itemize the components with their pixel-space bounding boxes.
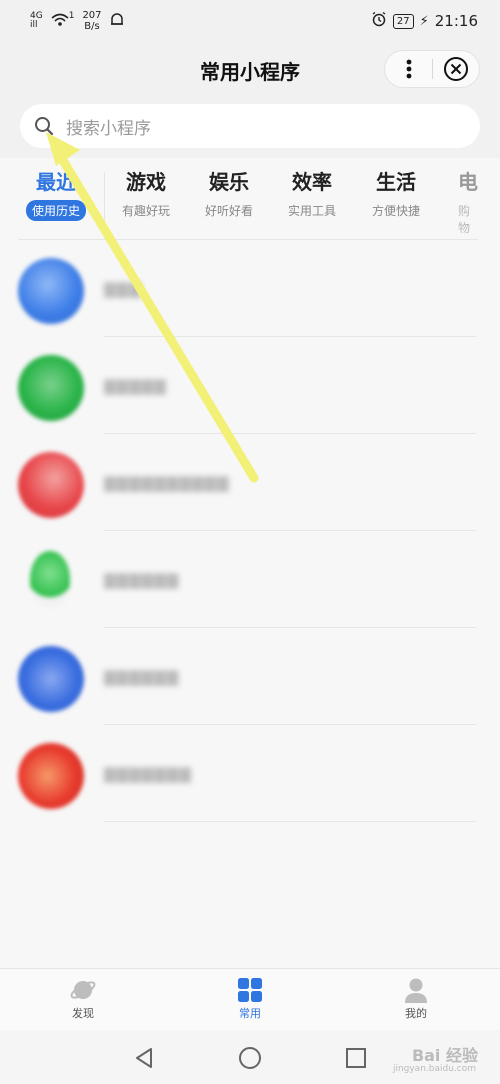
tab-title: 生活 [376, 170, 416, 194]
tab-subtitle: 购物 [458, 204, 471, 235]
app-avatar [18, 452, 84, 518]
tab-label: 常用 [239, 1007, 261, 1020]
tab-entertainment[interactable]: 娱乐 好听好看 [189, 168, 269, 219]
tab-subtitle: 好听好看 [204, 204, 253, 218]
tab-recent[interactable]: 最近 使用历史 [16, 168, 96, 221]
user-icon [405, 978, 427, 1003]
status-right: 27 ⚡ 21:16 [371, 11, 478, 31]
app-name: ▇▇▇▇▇▇▇▇▇▇ [104, 474, 230, 492]
list-item[interactable]: ▇▇▇ [0, 240, 500, 337]
network-speed: 207 B/s [82, 10, 101, 32]
recents-button[interactable] [342, 1044, 370, 1072]
tab-label: 我的 [405, 1007, 427, 1020]
tab-mine[interactable]: 我的 [376, 975, 456, 1021]
home-circle-icon [239, 1047, 261, 1069]
tab-title: 电 [458, 170, 478, 194]
search-bar[interactable]: 搜索小程序 [20, 104, 480, 148]
close-button[interactable] [433, 51, 479, 87]
app-name: ▇▇▇▇▇▇▇ [104, 765, 192, 783]
signal-bars: ill [30, 20, 38, 30]
tab-discover[interactable]: 发现 [43, 975, 123, 1021]
status-left: 4G ill 1 207 B/s [30, 10, 124, 32]
tab-divider [104, 172, 105, 222]
watermark: Bai 经验 [411, 1046, 478, 1065]
signal-icon: 4G ill [30, 12, 43, 30]
planet-icon [70, 981, 96, 999]
close-circle-icon [443, 57, 468, 81]
alarm-icon [371, 11, 387, 31]
back-button[interactable] [130, 1044, 158, 1072]
tab-efficiency[interactable]: 效率 实用工具 [272, 168, 352, 219]
sim-indicator: 1 [68, 11, 75, 21]
wifi-icon [51, 12, 69, 31]
app-avatar [18, 646, 84, 712]
system-navigation: Bai 经验 jingyan.baidu.com [0, 1030, 500, 1084]
app-name: ▇▇▇ [104, 280, 142, 298]
charging-icon: ⚡ [419, 13, 429, 29]
tab-shopping[interactable]: 电 购物 [440, 168, 480, 236]
tab-title: 游戏 [126, 170, 166, 194]
row-divider [104, 821, 476, 822]
app-name: ▇▇▇▇▇ [104, 377, 167, 395]
mini-program-capsule [384, 50, 480, 88]
tab-subtitle: 使用历史 [25, 200, 86, 221]
content-sheet: 最近 使用历史 游戏 有趣好玩 娱乐 好听好看 效率 实用工具 生活 方便快捷 … [0, 158, 500, 968]
back-triangle-icon [136, 1048, 152, 1068]
watermark-url: jingyan.baidu.com [392, 1064, 476, 1074]
app-avatar [18, 355, 84, 421]
tab-life[interactable]: 生活 方便快捷 [356, 168, 436, 219]
list-item[interactable]: ▇▇▇▇▇▇ [0, 531, 500, 628]
grid-icon [238, 978, 262, 1002]
bottom-tab-bar: 发现 常用 我的 [0, 968, 500, 1030]
recents-square-icon [346, 1048, 366, 1068]
home-button[interactable] [236, 1044, 264, 1072]
more-dots-icon [406, 59, 411, 79]
tab-subtitle: 实用工具 [287, 204, 336, 218]
category-tabs: 最近 使用历史 游戏 有趣好玩 娱乐 好听好看 效率 实用工具 生活 方便快捷 … [0, 158, 500, 240]
clock: 21:16 [434, 12, 478, 30]
app-avatar [18, 743, 84, 809]
speed-value: 207 [82, 10, 102, 21]
battery-icon: 27 [392, 13, 414, 29]
header: 常用小程序 [0, 42, 500, 98]
list-item[interactable]: ▇▇▇▇▇▇▇ [0, 725, 500, 822]
app-avatar [30, 551, 70, 607]
list-item[interactable]: ▇▇▇▇▇▇ [0, 628, 500, 725]
app-name: ▇▇▇▇▇▇ [104, 571, 180, 589]
status-bar: 4G ill 1 207 B/s 27 ⚡ 21:16 [0, 0, 500, 42]
app-avatar [18, 258, 84, 324]
more-button[interactable] [385, 51, 432, 87]
tab-subtitle: 方便快捷 [371, 204, 420, 218]
app-name: ▇▇▇▇▇▇ [104, 668, 180, 686]
list-item[interactable]: ▇▇▇▇▇ [0, 337, 500, 434]
tab-subtitle: 有趣好玩 [121, 204, 170, 218]
tab-label: 发现 [72, 1007, 94, 1020]
screen: 4G ill 1 207 B/s 27 ⚡ 21:16 常用小程序 搜索小程序 … [0, 0, 500, 1084]
tab-title: 最近 [36, 170, 76, 194]
tab-title: 效率 [292, 170, 332, 194]
tab-common[interactable]: 常用 [210, 975, 290, 1021]
search-icon [35, 117, 54, 136]
speed-unit: B/s [84, 21, 100, 32]
search-placeholder: 搜索小程序 [66, 118, 151, 139]
list-item[interactable]: ▇▇▇▇▇▇▇▇▇▇ [0, 434, 500, 531]
notification-bell-icon [110, 12, 124, 31]
tab-games[interactable]: 游戏 有趣好玩 [106, 168, 186, 219]
tab-title: 娱乐 [209, 170, 249, 194]
